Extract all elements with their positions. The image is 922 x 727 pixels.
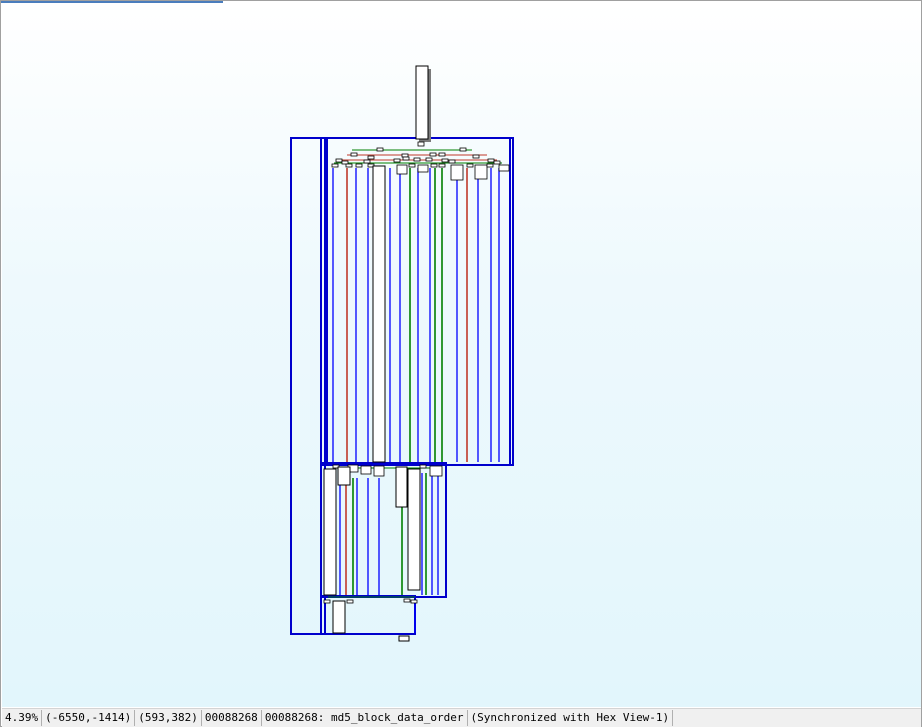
basic-block[interactable] [493, 160, 501, 165]
tall-block-d[interactable] [395, 466, 408, 508]
function-flow-graph[interactable] [2, 3, 921, 707]
basic-block[interactable] [438, 163, 446, 168]
entry-block[interactable] [415, 65, 429, 140]
basic-block[interactable] [472, 154, 480, 159]
basic-block[interactable] [323, 599, 331, 604]
basic-block[interactable] [363, 159, 371, 164]
graph-canvas[interactable] [2, 3, 921, 707]
screen-coordinates: (593,382) [135, 710, 202, 726]
basic-block[interactable] [487, 158, 495, 163]
tall-block-c[interactable] [407, 468, 421, 591]
basic-block[interactable] [450, 164, 464, 181]
basic-block[interactable] [417, 141, 425, 147]
tall-block-nodes[interactable] [323, 165, 421, 642]
basic-block[interactable] [403, 598, 411, 603]
status-bar: 4.39% (-6550,-1414) (593,382) 00088268 0… [2, 708, 921, 727]
basic-block[interactable] [373, 465, 385, 477]
basic-block[interactable] [429, 465, 443, 477]
tall-block-e[interactable] [337, 466, 351, 486]
basic-block[interactable] [498, 164, 510, 172]
basic-block[interactable] [438, 152, 446, 157]
outer-left-frame [290, 137, 326, 635]
entry-nodes [415, 65, 431, 142]
current-location: 00088268: md5_block_data_order [262, 710, 468, 726]
basic-block[interactable] [486, 163, 494, 168]
exit-block[interactable] [398, 635, 410, 642]
basic-block[interactable] [331, 163, 339, 168]
basic-block[interactable] [345, 163, 353, 168]
basic-block[interactable] [355, 163, 363, 168]
basic-block[interactable] [401, 153, 409, 158]
sync-status: (Synchronized with Hex View-1) [468, 710, 674, 726]
basic-block[interactable] [367, 155, 375, 160]
current-address: 00088268 [202, 710, 262, 726]
basic-block[interactable] [396, 164, 408, 175]
tall-block-b[interactable] [323, 468, 337, 596]
basic-block[interactable] [376, 147, 384, 152]
basic-block[interactable] [430, 163, 438, 168]
basic-block[interactable] [341, 160, 349, 165]
basic-block[interactable] [474, 164, 488, 180]
basic-block[interactable] [346, 599, 354, 604]
basic-block[interactable] [448, 159, 456, 164]
upper-group-frame [320, 137, 514, 466]
basic-block[interactable] [429, 152, 437, 157]
tall-block-f[interactable] [332, 600, 346, 634]
basic-block[interactable] [360, 465, 372, 475]
basic-block[interactable] [335, 158, 343, 163]
basic-block[interactable] [402, 156, 410, 161]
basic-block[interactable] [425, 157, 433, 162]
graph-coordinates: (-6550,-1414) [42, 710, 136, 726]
basic-block[interactable] [459, 147, 467, 152]
basic-block[interactable] [410, 599, 418, 604]
tall-block-a[interactable] [372, 165, 386, 463]
zoom-level: 4.39% [2, 710, 43, 726]
basic-block[interactable] [413, 157, 421, 162]
basic-block[interactable] [350, 152, 358, 157]
basic-block[interactable] [408, 163, 416, 168]
basic-block[interactable] [393, 158, 401, 163]
basic-block[interactable] [441, 158, 449, 163]
basic-block[interactable] [419, 464, 427, 469]
basic-block[interactable] [417, 164, 429, 173]
basic-block[interactable] [466, 163, 474, 168]
graph-view-window: 4.39% (-6550,-1414) (593,382) 00088268 0… [0, 0, 922, 727]
